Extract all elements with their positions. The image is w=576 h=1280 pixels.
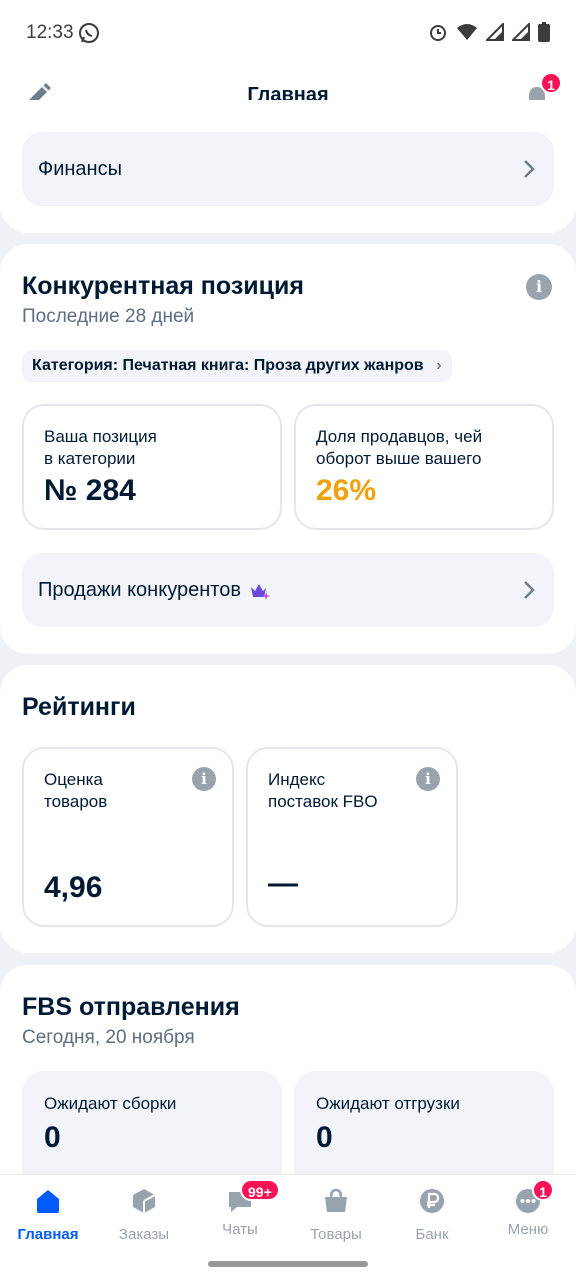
finance-label: Финансы [38,158,122,180]
tab-label: Чаты [222,1221,258,1238]
section-subtitle: Последние 28 дней [22,306,195,327]
finance-row[interactable]: Финансы [22,132,554,206]
info-icon[interactable]: i [192,767,216,791]
status-bar: 12:33 [0,0,576,68]
tab-label: Заказы [118,1226,170,1243]
position-value: № 284 [44,474,136,507]
signal-icon [486,23,504,41]
fbo-index-value: — [268,867,298,900]
chevron-right-icon: › [436,357,442,374]
fbo-index-card[interactable]: Индекс поставок FBO i — [246,747,458,927]
section-title: Рейтинги [22,693,136,721]
competitor-sales-row[interactable]: Продажи конкурентов [22,553,554,627]
signal-icon [512,23,530,41]
menu-icon-wrap: 1 [514,1179,554,1215]
share-stat-card[interactable]: Доля продавцов, чей оборот выше вашего 2… [294,404,554,530]
status-icons [428,22,550,42]
product-rating-value: 4,96 [44,871,103,904]
menu-badge: 1 [532,1179,554,1201]
chat-icon-wrap: 99+ [226,1179,280,1215]
section-subtitle: Сегодня, 20 ноября [22,1027,195,1048]
tab-label: Товары [310,1226,362,1243]
chevron-right-icon [524,581,535,599]
ruble-icon [420,1189,444,1213]
category-chip-label: Категория: Печатная книга: Проза других … [32,357,424,374]
tab-label: Главная [17,1226,79,1243]
finance-card: Финансы [0,100,576,233]
tab-label: Банк [415,1226,449,1243]
whatsapp-icon [79,23,99,43]
position-label: Ваша позиция в категории [44,427,157,468]
info-icon[interactable]: i [526,274,552,300]
position-stat-card[interactable]: Ваша позиция в категории № 284 [22,404,282,530]
category-chip[interactable]: Категория: Печатная книга: Проза других … [22,350,452,382]
tab-chats[interactable]: 99+ Чаты [192,1179,288,1238]
status-time: 12:33 [26,22,74,43]
tab-orders[interactable]: Заказы [96,1187,192,1243]
home-indicator[interactable] [208,1261,368,1267]
tab-products[interactable]: Товары [288,1187,384,1243]
fbo-index-label: Индекс поставок FBO [268,770,378,811]
battery-icon [538,22,550,42]
product-rating-label: Оценка товаров [44,770,108,811]
awaiting-assembly-value: 0 [44,1121,61,1154]
ratings-card: Рейтинги Оценка товаров i 4,96 Индекс по… [0,665,576,953]
awaiting-shipment-value: 0 [316,1121,333,1154]
notifications-badge: 1 [540,72,562,94]
wifi-icon [457,24,477,40]
section-title: FBS отправления [22,993,240,1021]
awaiting-assembly-label: Ожидают сборки [44,1094,177,1113]
share-label: Доля продавцов, чей оборот выше вашего [316,427,483,468]
tab-bank[interactable]: Банк [384,1187,480,1243]
premium-crown-icon [250,583,270,600]
chats-badge: 99+ [240,1179,280,1201]
competitor-sales-text: Продажи конкурентов [38,579,241,601]
section-title: Конкурентная позиция [22,272,304,300]
box-icon [133,1189,156,1213]
product-rating-card[interactable]: Оценка товаров i 4,96 [22,747,234,927]
tab-home[interactable]: Главная [0,1187,96,1243]
info-icon[interactable]: i [416,767,440,791]
share-value: 26% [316,474,377,507]
tab-label: Меню [507,1221,549,1238]
competitive-position-card: Конкурентная позиция i Последние 28 дней… [0,244,576,654]
alarm-icon [430,25,446,41]
basket-icon [325,1188,347,1212]
awaiting-shipment-label: Ожидают отгрузки [316,1094,460,1113]
chevron-right-icon [524,160,535,178]
home-icon [37,1190,59,1213]
tab-menu[interactable]: 1 Меню [480,1179,576,1238]
competitor-sales-label: Продажи конкурентов [38,579,271,602]
